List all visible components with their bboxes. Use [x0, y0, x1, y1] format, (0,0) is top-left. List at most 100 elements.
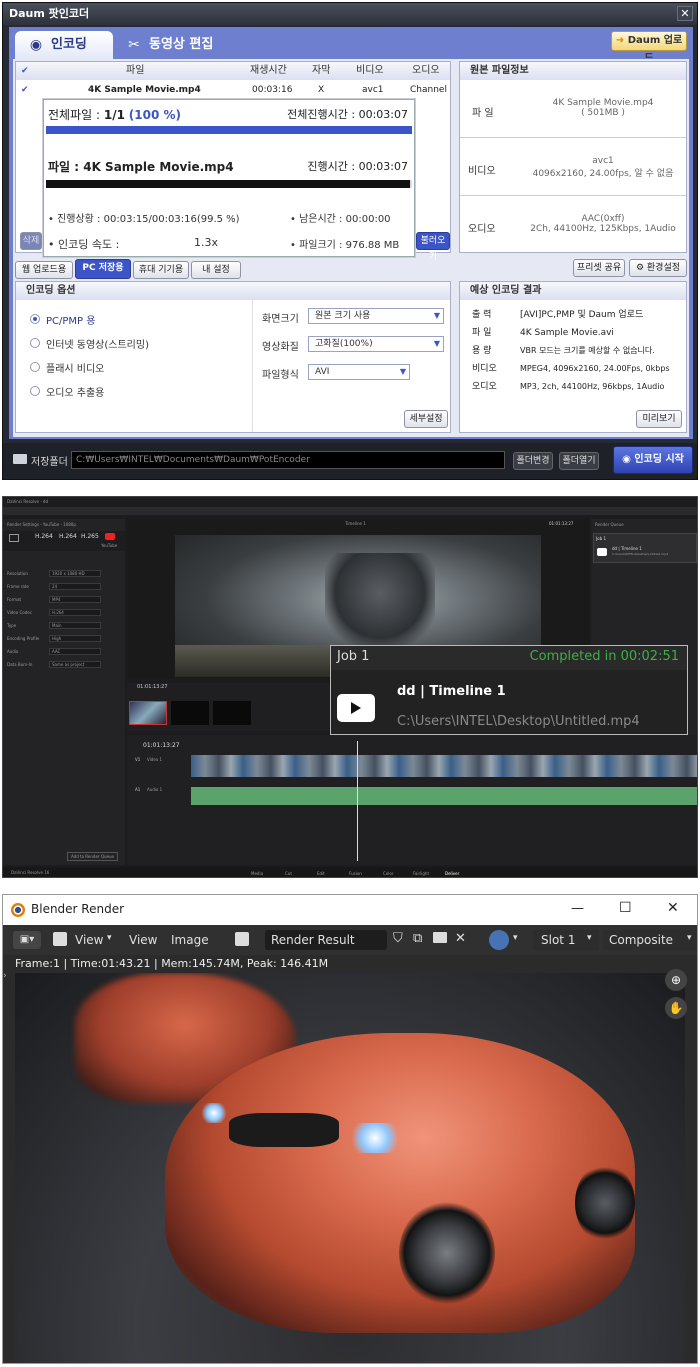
quality-select[interactable]: 고화질(100%) ▼ [308, 336, 444, 352]
settings-value[interactable]: H.264 [49, 609, 101, 616]
close-button[interactable]: ✕ [667, 900, 679, 916]
close-button[interactable]: ✕ [677, 6, 693, 21]
col-duration[interactable]: 재생시간 [250, 62, 287, 80]
editor-type-dropdown[interactable]: ▣▾ [13, 931, 41, 949]
page-deliver[interactable]: Deliver [445, 871, 459, 876]
shield-icon[interactable]: ⛉ [393, 931, 403, 946]
save-path-field[interactable]: C:₩Users₩INTEL₩Documents₩Daum₩PotEncoder [71, 451, 505, 469]
file-format-select[interactable]: AVI ▼ [308, 364, 410, 380]
settings-row[interactable]: Type Main [7, 621, 123, 632]
tab-encoding[interactable]: ◉ 인코딩 [15, 31, 113, 59]
settings-row[interactable]: Encoding Profile High [7, 634, 123, 645]
menu-image[interactable]: Image [171, 933, 209, 947]
settings-row[interactable]: Format MP4 [7, 595, 123, 606]
duplicate-icon[interactable]: ⧉ [413, 931, 422, 946]
settings-value[interactable]: 24 [49, 583, 101, 590]
expected-rows: 출 력 [AVI]PC,PMP 및 Daum 업로드 파 일 4K Sample M… [472, 306, 684, 396]
render-pass-dropdown[interactable]: Composite [603, 930, 697, 950]
display-channels-icon[interactable] [489, 930, 509, 950]
render-preset-icon[interactable] [9, 534, 19, 542]
zoom-icon[interactable]: ⊕ [665, 969, 687, 991]
playhead[interactable] [357, 741, 358, 861]
col-file[interactable]: 파일 [126, 62, 144, 80]
col-subtitle[interactable]: 자막 [312, 62, 330, 80]
settings-row[interactable]: Data Burn-In Same as project [7, 660, 123, 671]
audio-track-clip[interactable] [191, 787, 697, 805]
play-icon[interactable] [337, 694, 375, 722]
settings-row[interactable]: Frame rate 24 [7, 582, 123, 593]
daum-upload-button[interactable]: ➜ Daum 업로드 [611, 31, 687, 64]
preset-share-button[interactable]: 프리셋 공유 [573, 259, 625, 277]
load-button[interactable]: 불러오기 [416, 232, 450, 262]
video-track-clip[interactable] [191, 755, 697, 777]
page-media[interactable]: Media [251, 871, 263, 876]
start-encoding-button[interactable]: ◉ 인코딩 시작 [613, 446, 693, 474]
detail-settings-button[interactable]: 세부설정 [404, 410, 448, 428]
clip-thumbnail[interactable] [129, 701, 167, 725]
radio-option[interactable]: PC/PMP 용 [30, 312, 230, 327]
radio-option[interactable]: 오디오 추출용 [30, 384, 230, 399]
open-folder-button[interactable]: 폴더열기 [559, 452, 599, 470]
header-checkbox[interactable]: ✔ [21, 62, 29, 80]
col-audio[interactable]: 오디오 [412, 62, 440, 80]
settings-key: Data Burn-In [7, 662, 33, 667]
menu-view[interactable]: View [129, 933, 157, 947]
codec-tab[interactable]: H.264 [59, 534, 77, 540]
image-browse-icon[interactable] [235, 932, 249, 946]
col-video[interactable]: 비디오 [356, 62, 384, 80]
menu-view-dropdown[interactable]: View [75, 933, 103, 947]
settings-button[interactable]: ⚙ 환경설정 [629, 259, 687, 277]
subtab-web[interactable]: 웹 업로드용 [15, 261, 73, 279]
radio-button[interactable] [30, 314, 40, 324]
subtab-pc[interactable]: PC 저장용 [75, 259, 131, 279]
close-icon[interactable]: ✕ [455, 931, 466, 946]
settings-row[interactable]: Video Codec H.264 [7, 608, 123, 619]
minimize-button[interactable]: — [571, 901, 584, 916]
hand-pan-icon[interactable]: ✋ [665, 997, 687, 1019]
page-edit[interactable]: Edit [317, 871, 325, 876]
chevron-down-icon[interactable]: ▾ [513, 933, 518, 943]
radio-button[interactable] [30, 386, 40, 396]
page-fairlight[interactable]: Fairlight [413, 871, 429, 876]
clip-thumbnail[interactable] [171, 701, 209, 725]
settings-value[interactable]: AAC [49, 648, 101, 655]
settings-value[interactable]: 1920 x 1080 HD [49, 570, 101, 577]
change-folder-button[interactable]: 폴더변경 [513, 452, 553, 470]
add-to-render-queue-button[interactable]: Add to Render Queue [67, 852, 118, 861]
codec-tab[interactable]: YouTube [101, 543, 117, 548]
remain-value: 00:00:00 [345, 214, 391, 225]
expected-value: VBR 모드는 크기를 예상할 수 없습니다. [520, 346, 655, 355]
radio-option[interactable]: 플래시 비디오 [30, 360, 230, 375]
row-checkbox[interactable]: ✔ [21, 82, 29, 98]
settings-row[interactable]: Resolution 1920 x 1080 HD [7, 569, 123, 580]
delete-button[interactable]: 삭제 [20, 232, 42, 250]
image-name-field[interactable]: Render Result [265, 930, 387, 950]
page-fusion[interactable]: Fusion [349, 871, 362, 876]
screen-size-select[interactable]: 원본 크기 사용 ▼ [308, 308, 444, 324]
subtab-mobile[interactable]: 휴대 기기용 [133, 261, 189, 279]
radio-button[interactable] [30, 362, 40, 372]
settings-row[interactable]: Audio AAC [7, 647, 123, 658]
clip-thumbnail[interactable] [213, 701, 251, 725]
render-result-image[interactable] [15, 973, 685, 1363]
radio-option[interactable]: 인터넷 동영상(스트리밍) [30, 336, 230, 351]
settings-value[interactable]: Main [49, 622, 101, 629]
subtab-custom[interactable]: 내 설정 [191, 261, 241, 279]
youtube-icon[interactable] [105, 533, 115, 540]
page-color[interactable]: Color [383, 871, 393, 876]
preview-button[interactable]: 미리보기 [636, 410, 682, 428]
settings-value[interactable]: High [49, 635, 101, 642]
table-row[interactable]: ✔ 4K Sample Movie.mp4 00:03:16 X avc1 Ch… [16, 82, 450, 111]
codec-tab[interactable]: H.264 [35, 534, 53, 540]
maximize-button[interactable]: ☐ [619, 900, 632, 916]
tab-video-edit[interactable]: ✂ 동영상 편집 [113, 31, 225, 59]
codec-tab[interactable]: H.265 [81, 534, 99, 540]
sidebar-left-arrow[interactable]: › [3, 971, 7, 981]
queue-job-card[interactable]: Job 1 dd | Timeline 1 C:\Users\INTEL\Des… [593, 533, 697, 563]
folder-icon[interactable] [433, 932, 447, 943]
radio-button[interactable] [30, 338, 40, 348]
render-job-callout[interactable]: Job 1 Completed in 00:02:51 dd | Timelin… [330, 645, 688, 735]
settings-value[interactable]: MP4 [49, 596, 101, 603]
page-cut[interactable]: Cut [285, 871, 292, 876]
settings-value[interactable]: Same as project [49, 661, 101, 668]
